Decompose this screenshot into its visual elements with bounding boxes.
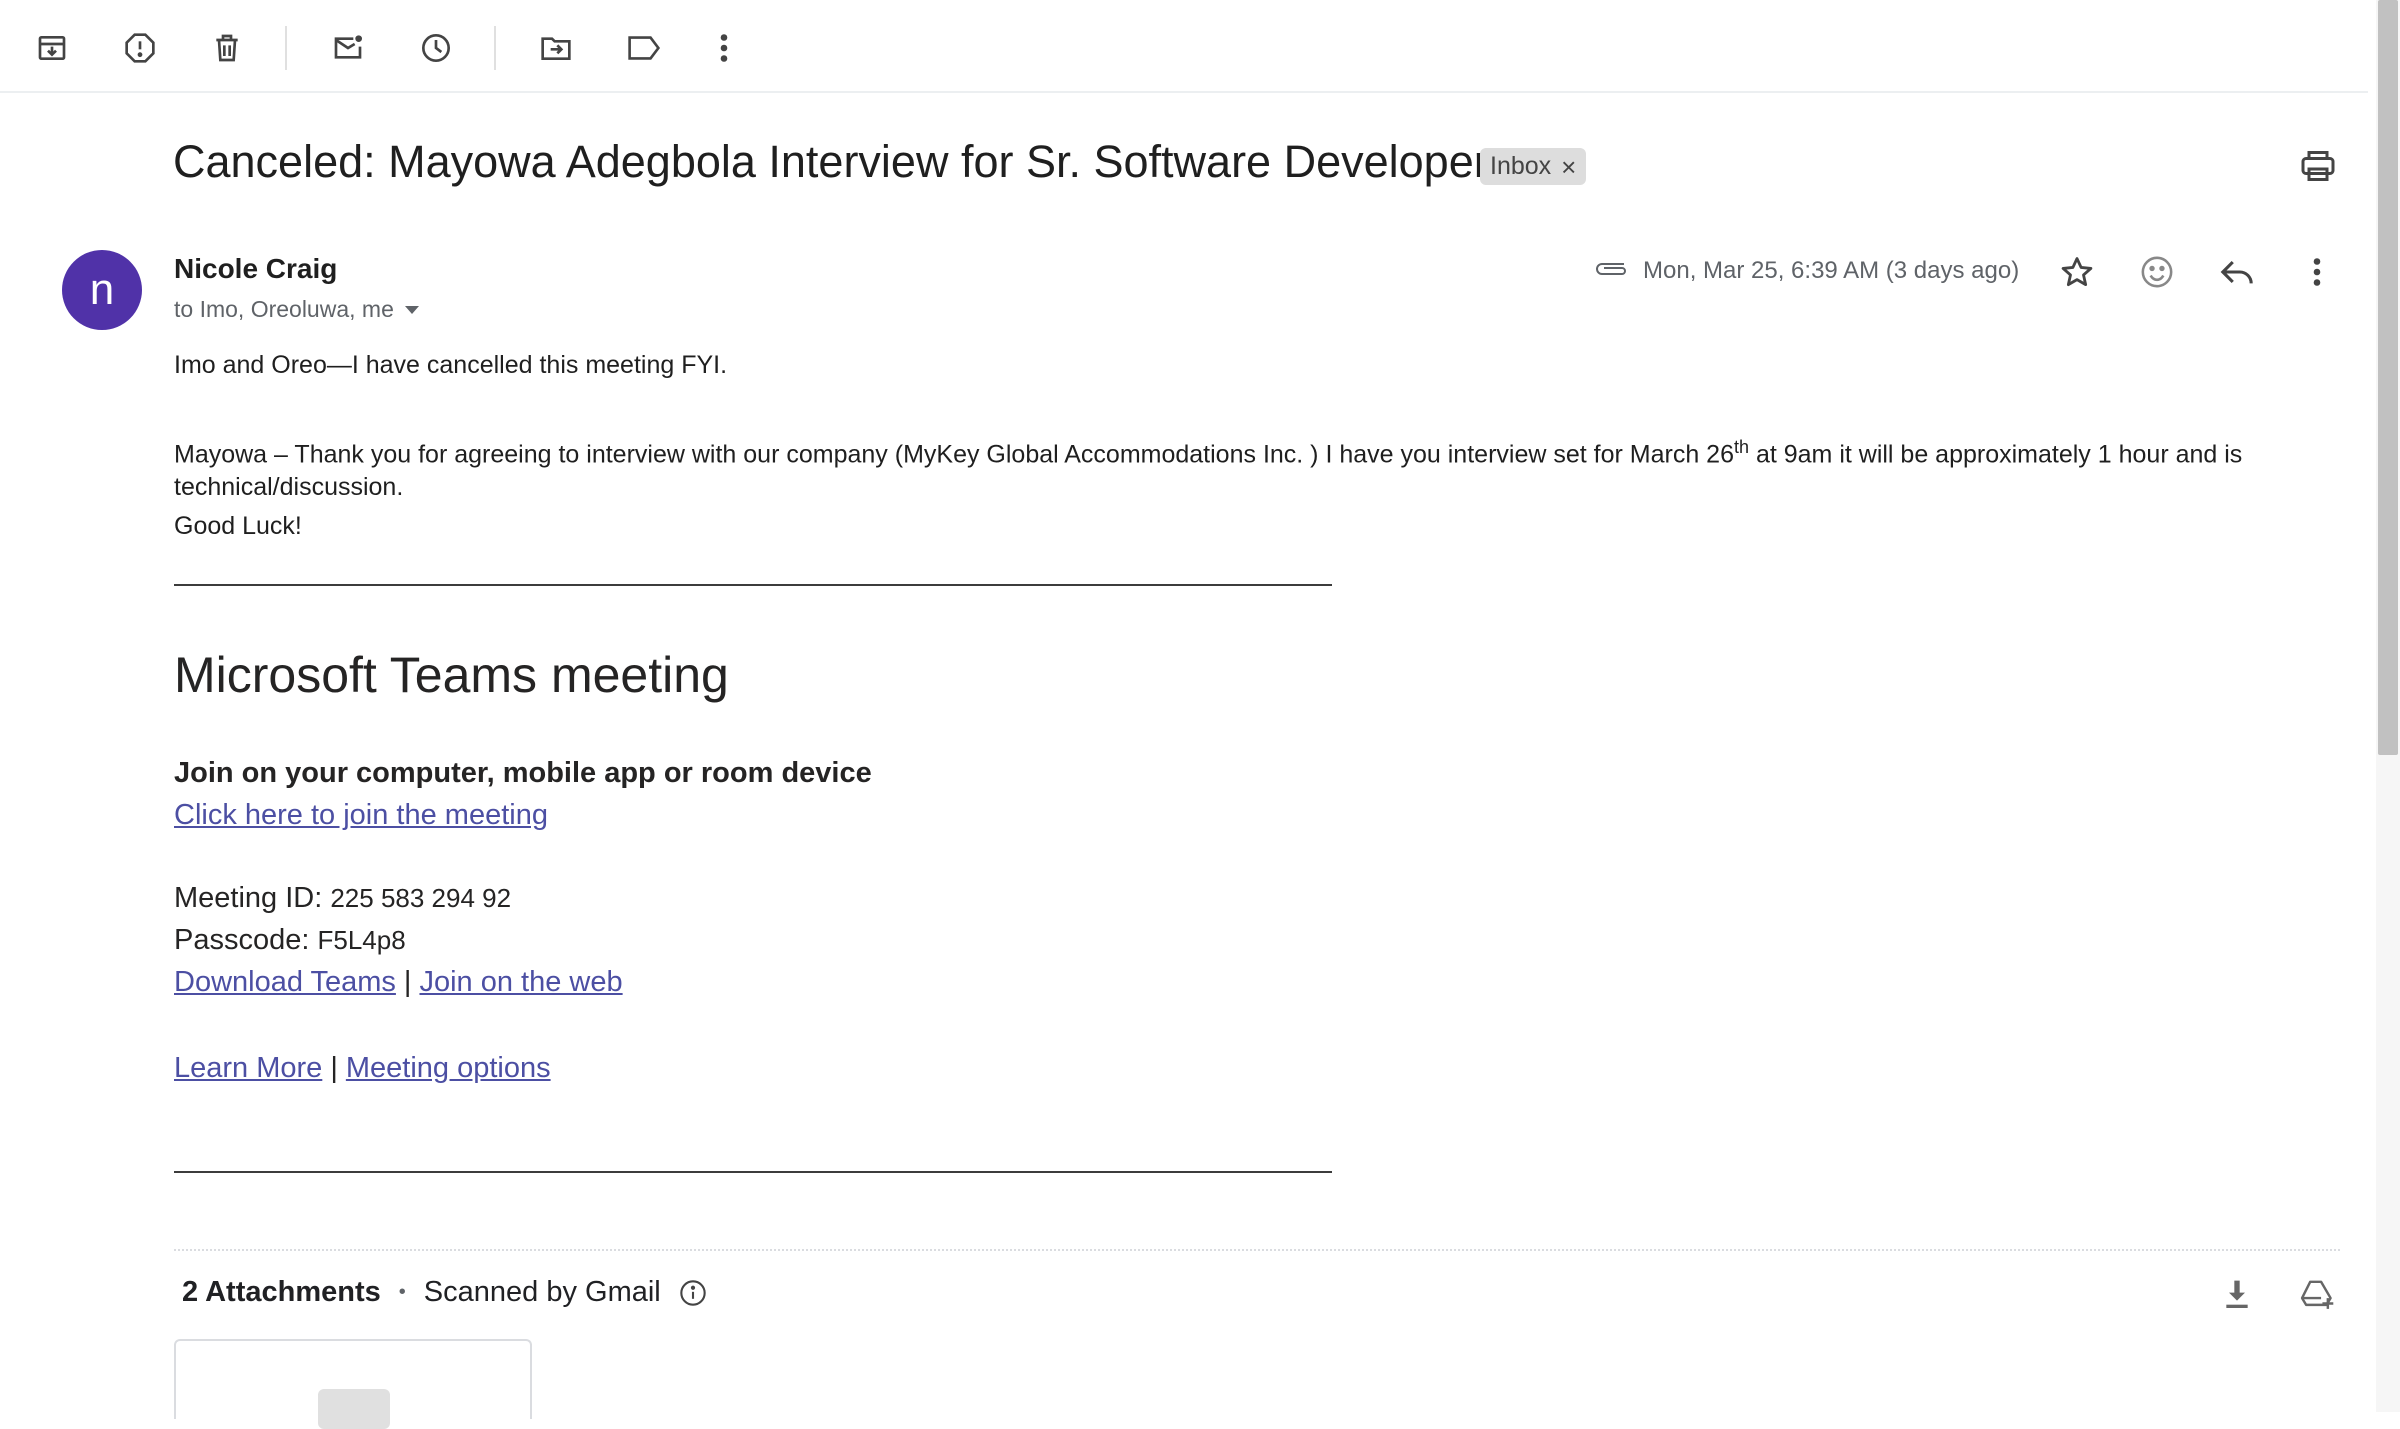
paperclip-icon [1594,254,1628,282]
download-links-line: Download Teams | Join on the web [174,966,623,999]
download-all-button[interactable] [2213,1270,2261,1318]
dot-separator: • [398,1281,406,1303]
join-on-web-link[interactable]: Join on the web [419,966,622,998]
recipients-line[interactable]: to Imo, Oreoluwa, me [174,296,420,323]
meeting-id-label: Meeting ID: [174,882,331,914]
meeting-id-line: Meeting ID: 225 583 294 92 [174,882,511,915]
emoji-icon [2141,256,2173,288]
body-paragraph-end: at 9am it will be approximately 1 hour a… [1749,440,2243,469]
attachment-thumbnail [318,1389,390,1429]
body-paragraph-line2: technical/discussion. [174,473,404,501]
sender-avatar[interactable]: n [62,250,142,330]
scanned-label: Scanned by Gmail [423,1276,661,1308]
archive-button[interactable] [30,26,74,70]
passcode-line: Passcode: F5L4p8 [174,924,406,957]
recipients-text: to Imo, Oreoluwa, me [174,296,394,322]
passcode-label: Passcode: [174,924,318,956]
scrollbar-thumb[interactable] [2378,0,2398,755]
inbox-label-chip[interactable]: Inbox × [1480,148,1587,185]
move-to-folder-icon [541,37,571,60]
info-icon[interactable] [679,1279,707,1307]
download-icon [2226,1280,2248,1308]
toolbar-separator [285,26,287,70]
attachments-divider [174,1249,2340,1251]
move-to-button[interactable] [534,26,578,70]
email-toolbar [0,0,2368,93]
attachment-card[interactable] [174,1339,532,1429]
report-spam-button[interactable] [118,26,162,70]
email-date: Mon, Mar 25, 6:39 AM (3 days ago) [1643,257,2020,284]
print-button[interactable] [2294,142,2342,190]
toolbar-separator [494,26,496,70]
more-vert-icon [720,34,728,62]
learn-more-line: Learn More | Meeting options [174,1052,551,1085]
more-options-button[interactable] [702,26,746,70]
email-subject: Canceled: Mayowa Adegbola Interview for … [173,136,1489,187]
report-icon [125,33,155,63]
date-superscript: th [1733,437,1749,457]
join-heading: Join on your computer, mobile app or roo… [174,757,872,789]
add-to-drive-icon [2300,1280,2334,1309]
mark-unread-button[interactable] [326,26,370,70]
archive-icon [38,36,66,60]
more-vert-icon [2313,258,2321,286]
body-paragraph-start: Mayowa – Thank you for agreeing to inter… [174,440,1734,469]
inbox-label-text: Inbox [1490,152,1552,180]
reply-icon [2220,260,2253,284]
save-to-drive-button[interactable] [2293,1270,2341,1318]
reply-button[interactable] [2213,248,2261,296]
meeting-id-value: 225 583 294 92 [330,883,512,913]
body-paragraph-interview: Mayowa – Thank you for agreeing to inter… [174,428,2242,473]
link-separator: | [330,1052,338,1084]
teams-meeting-title: Microsoft Teams meeting [174,647,729,703]
attachments-header: 2 Attachments • Scanned by Gmail [182,1276,707,1309]
divider-rule [174,1171,1332,1173]
good-luck-text: Good Luck! [174,512,302,540]
label-icon [628,36,661,60]
trash-icon [216,34,238,62]
labels-button[interactable] [622,26,666,70]
mark-unread-icon [334,35,362,59]
join-meeting-link[interactable]: Click here to join the meeting [174,799,548,831]
meeting-options-link[interactable]: Meeting options [346,1052,551,1084]
sender-name[interactable]: Nicole Craig [174,253,337,285]
star-button[interactable] [2053,248,2101,296]
add-reaction-button[interactable] [2133,248,2181,296]
download-teams-link[interactable]: Download Teams [174,966,396,998]
body-line-intro: Imo and Oreo—I have cancelled this meeti… [174,351,728,379]
caret-down-icon[interactable] [404,305,420,315]
message-more-button[interactable] [2293,248,2341,296]
attachments-count: 2 Attachments [182,1276,381,1308]
print-icon [2301,151,2335,181]
divider-rule [174,584,1332,586]
star-icon [2061,257,2093,287]
remove-label-icon[interactable]: × [1561,154,1576,180]
scrollbar[interactable] [2376,0,2400,1412]
snooze-button[interactable] [414,26,458,70]
clock-icon [422,34,450,62]
delete-button[interactable] [205,26,249,70]
passcode-value: F5L4p8 [317,925,406,955]
learn-more-link[interactable]: Learn More [174,1052,322,1084]
link-separator: | [403,966,412,998]
